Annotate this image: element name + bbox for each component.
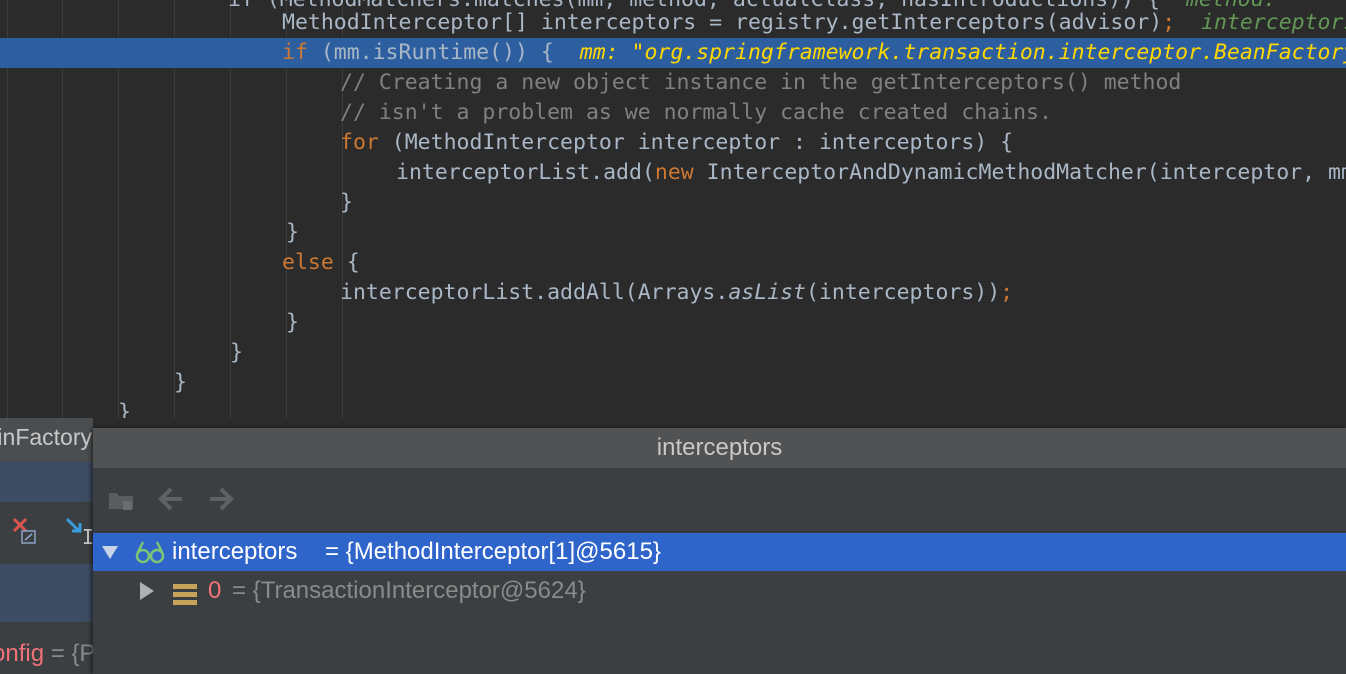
code-token: } bbox=[118, 400, 131, 418]
frames-tab-bar: DefaultAdvisorChainFactory bbox=[0, 418, 93, 462]
code-line[interactable]: interceptorList.add(new InterceptorAndDy… bbox=[0, 158, 1346, 188]
inline-debug-value: interceptors: MethodInterceptor[1]@5615 bbox=[1201, 10, 1346, 35]
code-token: ; bbox=[1162, 10, 1176, 35]
execution-line[interactable]: if (mm.isRuntime()) { mm: "org.springfra… bbox=[0, 38, 1346, 68]
code-token: else bbox=[282, 250, 334, 275]
code-token: for bbox=[340, 130, 379, 155]
svg-text:I: I bbox=[82, 525, 93, 549]
child-variable-name: 0 bbox=[208, 577, 222, 604]
popup-title[interactable]: interceptors bbox=[93, 428, 1346, 468]
collapse-arrow-icon[interactable] bbox=[100, 533, 120, 571]
code-line[interactable]: } bbox=[0, 218, 1346, 248]
code-token: (interceptors)) bbox=[806, 280, 1001, 305]
evaluate-popup[interactable]: interceptors interceptors = {MethodInter… bbox=[93, 428, 1346, 674]
code-token: } bbox=[230, 340, 243, 365]
code-token: // isn't a problem as we normally cache … bbox=[340, 100, 1052, 125]
code-token: InterceptorAndDynamicMethodMatcher(inter… bbox=[693, 160, 1346, 185]
tree-row-interceptors[interactable]: interceptors = {MethodInterceptor[1]@561… bbox=[93, 533, 1346, 571]
code-token: asList bbox=[728, 280, 806, 305]
code-line[interactable]: } bbox=[0, 398, 1346, 418]
code-line[interactable]: } bbox=[0, 338, 1346, 368]
code-line[interactable]: } bbox=[0, 308, 1346, 338]
root-variable-name: interceptors bbox=[172, 538, 298, 565]
code-token: (mm.isRuntime()) { bbox=[307, 40, 580, 65]
frames-tab-label[interactable]: DefaultAdvisorChainFactory bbox=[0, 424, 92, 451]
code-token: // Creating a new object instance in the… bbox=[340, 70, 1182, 95]
forward-icon[interactable] bbox=[205, 483, 237, 515]
inline-debug-value: mm: "org.springframework.transaction.int… bbox=[579, 40, 1346, 65]
variable-row[interactable]: config = {ProxyFactory@5577} bbox=[0, 640, 93, 668]
code-token: interceptorList.add( bbox=[396, 160, 655, 185]
code-line[interactable]: } bbox=[0, 188, 1346, 218]
code-line[interactable]: else { bbox=[0, 248, 1346, 278]
code-line[interactable]: // isn't a problem as we normally cache … bbox=[0, 98, 1346, 128]
code-token: } bbox=[174, 370, 187, 395]
debugger-frames-panel: DefaultAdvisorChainFactory I { config = … bbox=[0, 418, 93, 674]
code-token: } bbox=[286, 310, 299, 335]
variable-value: = {ProxyFactory@5577} bbox=[50, 640, 93, 667]
code-line[interactable]: interceptorList.addAll(Arrays.asList(int… bbox=[0, 278, 1346, 308]
watch-glasses-icon bbox=[135, 538, 165, 566]
expand-arrow-icon[interactable] bbox=[137, 572, 157, 610]
back-icon[interactable] bbox=[155, 483, 187, 515]
code-token: new bbox=[654, 160, 694, 185]
code-line[interactable]: for (MethodInterceptor interceptor : int… bbox=[0, 128, 1346, 158]
code-token: } bbox=[286, 220, 299, 245]
frames-selection bbox=[0, 462, 93, 502]
code-token: { bbox=[333, 250, 360, 275]
code-token: MethodInterceptor[] interceptors = regis… bbox=[282, 10, 1163, 35]
code-token: interceptorList.addAll(Arrays. bbox=[340, 280, 729, 305]
field-icon bbox=[173, 580, 197, 605]
code-line[interactable]: MethodInterceptor[] interceptors = regis… bbox=[0, 8, 1346, 38]
code-line[interactable]: // Creating a new object instance in the… bbox=[0, 68, 1346, 98]
code-token: if bbox=[282, 40, 308, 65]
root-variable-value: = {MethodInterceptor[1]@5615} bbox=[325, 538, 661, 565]
set-value-icon[interactable] bbox=[105, 483, 137, 515]
tree-row-element-0[interactable]: 0 = {TransactionInterceptor@5624} bbox=[93, 572, 1346, 610]
child-variable-value: = {TransactionInterceptor@5624} bbox=[232, 577, 586, 604]
code-token: (MethodInterceptor interceptor : interce… bbox=[378, 130, 1014, 155]
remove-watch-icon[interactable] bbox=[12, 516, 38, 550]
variable-name: config bbox=[0, 640, 45, 667]
variables-tree[interactable]: interceptors = {MethodInterceptor[1]@561… bbox=[93, 531, 1346, 674]
code-token: ; bbox=[1000, 280, 1014, 305]
step-into-icon[interactable]: I bbox=[64, 516, 93, 550]
code-token: } bbox=[340, 190, 353, 215]
variables-selection bbox=[0, 564, 93, 622]
code-line[interactable]: } bbox=[0, 368, 1346, 398]
code-editor[interactable]: if (MethodMatchers.matches(mm, method, a… bbox=[0, 0, 1346, 418]
